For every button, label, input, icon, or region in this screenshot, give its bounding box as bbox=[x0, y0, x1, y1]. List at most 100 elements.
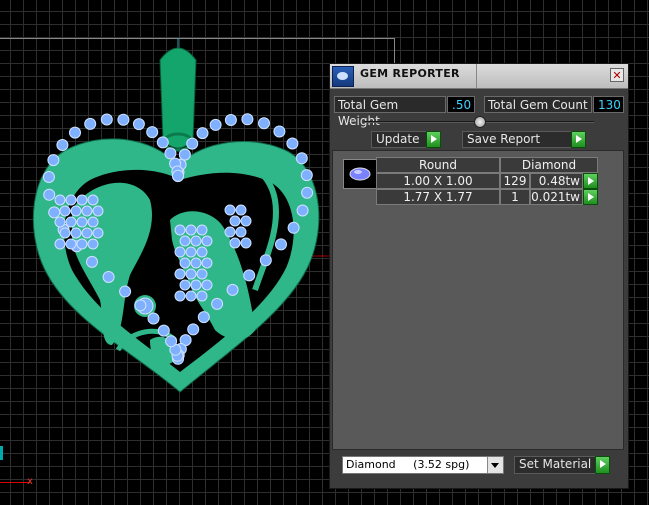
gem-stone bbox=[156, 136, 169, 149]
material-select[interactable]: Diamond (3.52 spg) bbox=[342, 456, 504, 474]
gem-stone bbox=[240, 237, 252, 249]
gem-size: 1.77 X 1.77 bbox=[376, 189, 500, 205]
gem-stone bbox=[134, 299, 147, 312]
save-report-button[interactable]: Save Report bbox=[462, 131, 586, 148]
gem-stone bbox=[92, 205, 104, 217]
play-icon bbox=[571, 131, 586, 148]
gem-stone bbox=[70, 227, 82, 239]
panel-titlebar[interactable]: GEM REPORTER ✕ bbox=[330, 64, 628, 89]
gem-stone bbox=[179, 279, 191, 291]
gem-stone bbox=[84, 117, 97, 130]
gem-stone bbox=[286, 137, 299, 150]
gem-stone bbox=[56, 139, 69, 151]
gem-stone bbox=[86, 255, 98, 268]
total-gem-weight-label: Total Gem Weight bbox=[334, 96, 446, 128]
gem-size: 1.00 X 1.00 bbox=[376, 173, 500, 189]
gem-stone bbox=[241, 113, 254, 126]
gem-stone bbox=[201, 279, 213, 291]
update-label: Update bbox=[376, 132, 420, 146]
gem-stone bbox=[196, 127, 209, 140]
gem-stone bbox=[102, 271, 115, 283]
gem-stone bbox=[201, 257, 213, 269]
gem-reporter-icon bbox=[332, 66, 354, 87]
gem-stone bbox=[42, 171, 55, 183]
gem-stone bbox=[259, 254, 272, 267]
gem-stone bbox=[196, 290, 208, 302]
gem-stone bbox=[300, 169, 313, 182]
gem-stone bbox=[179, 257, 191, 269]
gem-stone bbox=[185, 290, 197, 302]
gem-stone bbox=[54, 216, 66, 228]
slider-thumb[interactable] bbox=[474, 116, 486, 128]
gem-stone bbox=[196, 224, 208, 236]
gem-stone bbox=[211, 297, 224, 310]
gem-stone bbox=[92, 227, 104, 239]
gem-stone bbox=[224, 204, 236, 216]
gem-stone bbox=[243, 269, 256, 282]
gem-count: 129 bbox=[500, 173, 530, 189]
gem-stone bbox=[275, 238, 287, 251]
gem-stone bbox=[190, 235, 202, 247]
gem-stone bbox=[165, 335, 178, 348]
y-axis-marker bbox=[0, 446, 3, 460]
gem-stone bbox=[296, 204, 309, 217]
close-button[interactable]: ✕ bbox=[610, 68, 624, 82]
gem-stone bbox=[119, 285, 132, 298]
select-gems-button[interactable] bbox=[583, 173, 598, 189]
gem-stone bbox=[157, 324, 170, 337]
gem-stone bbox=[185, 224, 197, 236]
gem-stone bbox=[229, 215, 241, 227]
gem-stone bbox=[197, 311, 210, 324]
total-gem-count-value: 130 bbox=[593, 96, 624, 113]
chevron-down-icon[interactable] bbox=[487, 457, 503, 473]
select-gems-button[interactable] bbox=[583, 189, 598, 205]
gem-stone bbox=[178, 148, 191, 161]
gem-stone bbox=[174, 290, 186, 302]
update-button[interactable]: Update bbox=[371, 131, 441, 148]
gem-stone bbox=[54, 194, 66, 206]
gem-stone bbox=[235, 204, 247, 216]
save-report-label: Save Report bbox=[467, 132, 541, 146]
total-gem-weight-value: .50 bbox=[447, 96, 475, 113]
gem-stone bbox=[187, 323, 200, 336]
gem-stone bbox=[43, 188, 56, 201]
gem-stone bbox=[174, 268, 186, 280]
gem-weight: 0.48tw bbox=[530, 173, 583, 189]
x-axis-label: x bbox=[27, 476, 33, 487]
gem-stone bbox=[295, 152, 308, 165]
gem-stone bbox=[179, 235, 191, 247]
gem-stone bbox=[65, 238, 77, 250]
gem-thumbnail[interactable] bbox=[343, 159, 377, 189]
gem-stone bbox=[54, 238, 66, 250]
gem-stone bbox=[287, 221, 300, 234]
gem-stone bbox=[59, 227, 71, 239]
gem-stone bbox=[69, 126, 81, 139]
set-material-button[interactable]: Set Material bbox=[514, 456, 610, 474]
gem-list-area: Round Diamond 1.00 X 1.00 129 0.48tw 1.7… bbox=[332, 150, 624, 450]
gem-stone bbox=[229, 237, 241, 249]
gem-stone bbox=[70, 205, 82, 217]
shape-header: Round bbox=[376, 157, 500, 173]
gem-weight: 0.021tw bbox=[530, 189, 583, 205]
material-header: Diamond bbox=[500, 157, 598, 173]
gem-stone bbox=[301, 186, 314, 199]
gem-reporter-panel: GEM REPORTER ✕ Total Gem Weight .50 Tota… bbox=[329, 63, 629, 489]
gem-stone bbox=[76, 216, 88, 228]
gem-stone bbox=[87, 238, 99, 250]
gem-stone bbox=[65, 216, 77, 228]
gem-stone bbox=[87, 216, 99, 228]
gem-stone bbox=[48, 206, 61, 219]
total-gem-count-label: Total Gem Count bbox=[484, 96, 592, 113]
titlebar-divider bbox=[476, 64, 477, 88]
gem-stone bbox=[172, 169, 184, 182]
gem-stone bbox=[190, 257, 202, 269]
gem-stone bbox=[190, 279, 202, 291]
gem-stone bbox=[185, 246, 197, 258]
gem-stone bbox=[273, 125, 286, 138]
gem-stone bbox=[87, 194, 99, 206]
gem-stone bbox=[174, 224, 186, 236]
panel-title: GEM REPORTER bbox=[360, 67, 460, 80]
gem-stone bbox=[117, 113, 130, 126]
gem-stone bbox=[224, 226, 236, 238]
gem-stone bbox=[81, 227, 93, 239]
